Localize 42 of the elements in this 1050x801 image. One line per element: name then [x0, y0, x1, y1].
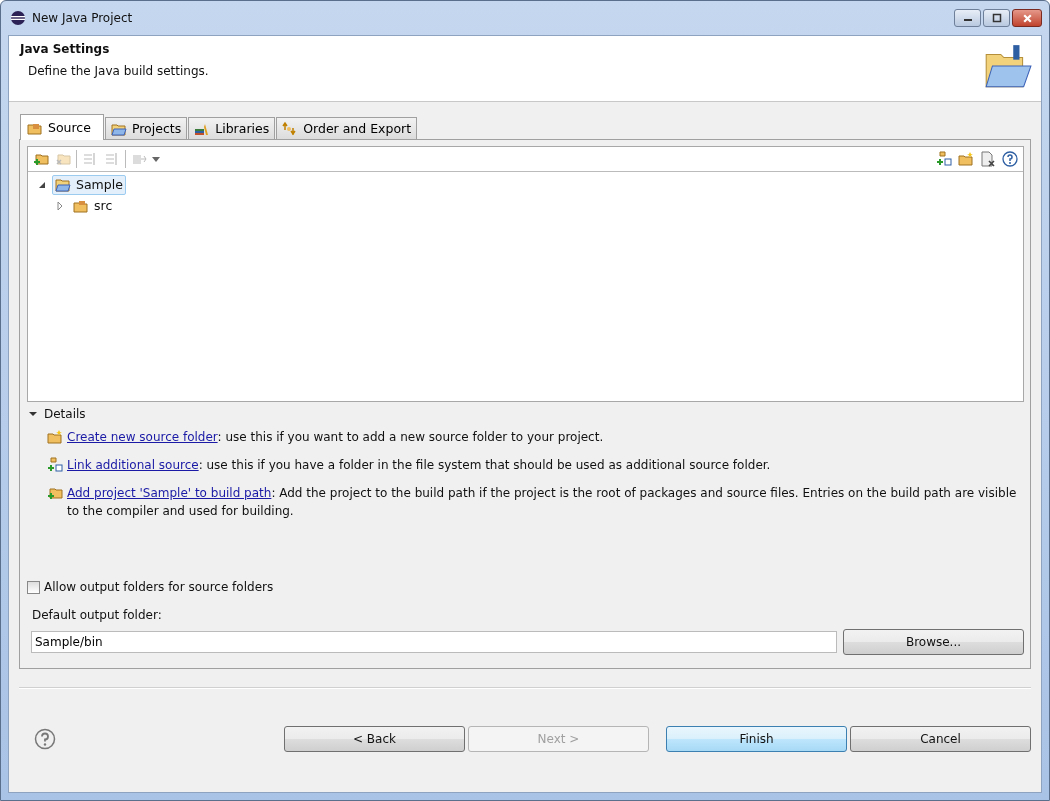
maximize-button[interactable] — [983, 9, 1010, 27]
page-description: Define the Java build settings. — [28, 64, 209, 78]
page-title: Java Settings — [20, 42, 111, 56]
minimize-button[interactable] — [954, 9, 981, 27]
tab[interactable]: Libraries — [188, 117, 276, 139]
close-button[interactable] — [1012, 9, 1042, 27]
eclipse-icon — [10, 10, 26, 26]
tree-item[interactable]: src — [70, 195, 116, 216]
link-folder-icon — [47, 457, 63, 473]
collapse-caret-icon[interactable] — [29, 410, 37, 418]
link-source-button[interactable] — [935, 150, 953, 168]
output-folder-label: Default output folder: — [32, 608, 163, 622]
tab[interactable]: Projects — [104, 117, 188, 139]
tree-item[interactable]: Sample — [52, 174, 126, 195]
detail-link[interactable]: Link additional source — [67, 458, 199, 472]
browse-button[interactable]: Browse... — [843, 629, 1024, 655]
output-folder-field[interactable]: Sample/bin — [31, 631, 837, 653]
add-folder-icon — [47, 485, 63, 501]
expand-toggle-icon[interactable] — [56, 201, 64, 210]
dialog-button[interactable]: Cancel — [850, 725, 1031, 752]
detail-description: Create new source folder: use this if you want to add a new source folder to your project. — [67, 429, 604, 446]
checkbox[interactable] — [27, 580, 40, 594]
maximize-icon — [991, 13, 1002, 23]
project-folder-icon — [55, 176, 71, 193]
dialog-button[interactable]: Finish — [666, 725, 847, 752]
tab[interactable]: Order and Export — [276, 117, 418, 139]
help-icon[interactable] — [34, 727, 56, 750]
dialog-button[interactable]: < Back — [284, 725, 465, 752]
tab[interactable]: Source — [20, 114, 104, 140]
detail-link[interactable]: Create new source folder — [67, 430, 218, 444]
window-title: New Java Project — [32, 11, 134, 25]
close-icon — [1021, 12, 1033, 24]
detail-description: Link additional source: use this if you have a folder in the file system that should be used as additional source folder. — [67, 457, 771, 474]
remove-button[interactable] — [979, 150, 997, 168]
detail-description: Add project 'Sample' to build path: Add the project to the build path if the project is the root of packages and source files. Entries on the build path are visible to the compiler and used for building. — [67, 485, 1018, 520]
expand-toggle-icon[interactable] — [38, 180, 46, 189]
new-folder-icon — [47, 429, 63, 445]
help-button[interactable] — [1001, 150, 1019, 168]
dropdown-caret-icon[interactable] — [152, 156, 160, 162]
details-label[interactable]: Details — [44, 407, 86, 421]
arrows-icon — [282, 120, 299, 137]
checkbox-label: Allow output folders for source folders — [44, 580, 274, 594]
